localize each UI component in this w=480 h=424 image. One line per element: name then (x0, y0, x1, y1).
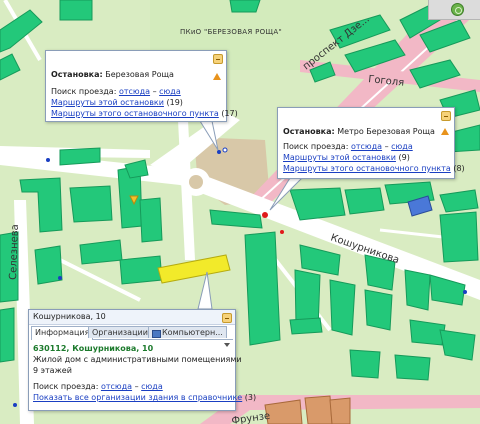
orgs-count: (3) (244, 393, 257, 402)
routes-of-stop-count: (9) (398, 153, 410, 162)
stop-name: Березовая Роща (105, 70, 174, 79)
to-here-link[interactable]: сюда (391, 142, 413, 151)
routes-of-point-link[interactable]: Маршруты этого остановочного пункта (51, 109, 219, 118)
route-search-label: Поиск проезда: (33, 382, 99, 391)
building-popup: Кошурникова, 10 Информация Организации К… (28, 309, 256, 411)
routes-of-point-row: Маршруты этого остановочного пункта (8) (283, 163, 465, 174)
route-search-row: Поиск проезда: отсюда – сюда (33, 381, 231, 392)
computer-icon (152, 330, 161, 338)
route-search-row: Поиск проезда: отсюда – сюда (283, 141, 449, 152)
building-popup-tabs: Информация Организации Компьютерн... (31, 325, 233, 347)
minimize-icon[interactable] (222, 313, 232, 323)
stop-label: Остановка: (283, 127, 335, 136)
street-label-selezneva: Селезнева (8, 224, 21, 280)
tab-computer[interactable]: Компьютерн... (148, 326, 227, 338)
routes-of-point-row: Маршруты этого остановочного пункта (17) (51, 108, 238, 119)
building-info: 630112, Кошурникова, 10 Жилой дом с адми… (33, 343, 256, 403)
route-search-label: Поиск проезда: (283, 142, 349, 151)
globe-icon (451, 3, 464, 16)
tab-organizations[interactable]: Организации (88, 326, 152, 338)
stop-title: Остановка: Березовая Роща (51, 69, 221, 80)
stop-name: Метро Березовая Роща (337, 127, 435, 136)
building-popup-header: Кошурникова, 10 (29, 310, 235, 325)
tab-computer-label: Компьютерн... (162, 328, 223, 337)
building-description-2: 9 этажей (33, 366, 72, 375)
routes-of-point-count: (17) (221, 109, 238, 118)
stop-popup-berezovaya-roscha: Остановка: Березовая Роща Поиск проезда:… (45, 50, 238, 122)
stop-title: Остановка: Метро Березовая Роща (283, 126, 449, 137)
routes-of-stop-link[interactable]: Маршруты этой остановки (51, 98, 164, 107)
routes-of-stop-row: Маршруты этой остановки (19) (51, 97, 221, 108)
warning-icon[interactable] (213, 73, 221, 80)
orgs-row: Показать все организации здания в справо… (33, 392, 256, 403)
map-logo[interactable] (428, 0, 480, 20)
routes-of-point-count: (8) (453, 164, 465, 173)
warning-icon[interactable] (441, 128, 449, 135)
dash: – (152, 87, 157, 96)
route-search-label: Поиск проезда: (51, 87, 117, 96)
route-search-row: Поиск проезда: отсюда – сюда (51, 86, 221, 97)
minimize-icon[interactable] (213, 54, 223, 64)
routes-of-stop-row: Маршруты этой остановки (9) (283, 152, 449, 163)
tab-information[interactable]: Информация (31, 326, 94, 340)
routes-of-point-link[interactable]: Маршруты этого остановочного пункта (283, 164, 451, 173)
show-orgs-link[interactable]: Показать все организации здания в справо… (33, 393, 242, 402)
from-here-link[interactable]: отсюда (101, 382, 132, 391)
from-here-link[interactable]: отсюда (119, 87, 150, 96)
park-label: ПКиО "БЕРЕЗОВАЯ РОЩА" (180, 28, 282, 36)
dash: – (384, 142, 389, 151)
minimize-icon[interactable] (441, 111, 451, 121)
dash: – (134, 382, 139, 391)
stop-popup-metro-berezovaya-roscha: Остановка: Метро Березовая Роща Поиск пр… (277, 107, 465, 179)
to-here-link[interactable]: сюда (159, 87, 181, 96)
roundabout-center (189, 175, 203, 189)
routes-of-stop-count: (19) (166, 98, 183, 107)
to-here-link[interactable]: сюда (141, 382, 163, 391)
routes-of-stop-link[interactable]: Маршруты этой остановки (283, 153, 396, 162)
building-description-1: Жилой дом с административными помещениям… (33, 355, 242, 364)
from-here-link[interactable]: отсюда (351, 142, 382, 151)
stop-label: Остановка: (51, 70, 103, 79)
building-address: 630112, Кошурникова, 10 (33, 344, 154, 353)
